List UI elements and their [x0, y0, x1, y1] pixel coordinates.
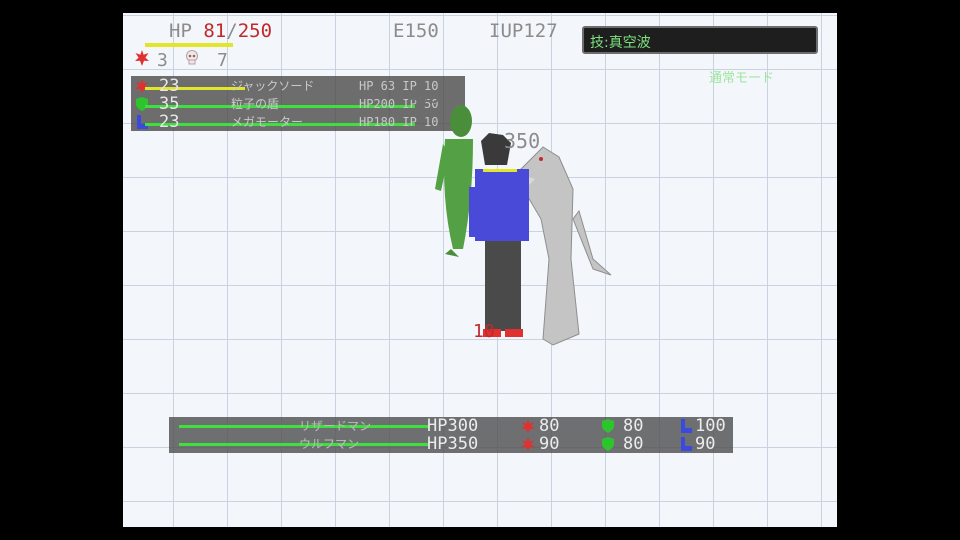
- shield-value: 35: [159, 94, 180, 114]
- shield-icon: [602, 419, 614, 433]
- shield-name: 粒子の盾: [231, 97, 280, 111]
- attack-star-icon: [521, 419, 535, 433]
- shield-icon: [136, 97, 148, 111]
- boot-icon: [681, 419, 692, 433]
- enemy-speed: 100: [695, 416, 726, 436]
- enemy-row-wolfman[interactable]: ウルフマン HP350 90 80 90: [169, 435, 733, 453]
- hp-separator: /: [226, 20, 238, 42]
- weapon-value: 23: [159, 76, 180, 96]
- counter-row: 3 7: [131, 50, 251, 71]
- boots-name: メガモーター: [231, 115, 304, 129]
- enemy-attack: 80: [539, 416, 560, 436]
- energy-stat: E150: [393, 20, 439, 42]
- player-sprite[interactable]: [469, 133, 529, 337]
- damage-popup-lizardman: 400: [407, 87, 440, 108]
- weapon-name: ジャックソード: [231, 79, 315, 93]
- boot-icon: [137, 115, 148, 129]
- skill-box[interactable]: 技:真空波: [582, 26, 818, 54]
- hp-current-value: 81: [203, 20, 227, 42]
- enemy-name: ウルフマン: [299, 437, 360, 451]
- game-screen: HP 81/250 E150 IUP127 技:真空波 通常モード 3 7 23…: [123, 13, 837, 527]
- enemy-defense: 80: [623, 416, 644, 436]
- enemy-hp: HP350: [427, 434, 479, 454]
- mode-text: 通常モード: [709, 71, 775, 86]
- hp-max-value: 250: [237, 20, 273, 42]
- enemy-status-panel: リザードマン HP300 80 80 100 ウルフマン HP350 90 80…: [169, 417, 733, 453]
- skull-count: 7: [217, 50, 228, 71]
- attack-star-icon: [135, 79, 149, 93]
- boots-value: 23: [159, 112, 180, 132]
- boot-icon: [681, 437, 692, 451]
- attack-star-icon: [521, 437, 535, 451]
- attack-star-icon: [135, 50, 149, 66]
- attack-count: 3: [157, 50, 168, 71]
- skill-text: 技:真空波: [590, 35, 651, 51]
- enemy-attack: 90: [539, 434, 560, 454]
- lizardman-sprite[interactable]: [435, 105, 473, 257]
- hp-label: HP: [169, 20, 192, 42]
- enemy-defense: 80: [623, 434, 644, 454]
- equipment-row-boots[interactable]: 23 メガモーター HP180 IP 10: [131, 113, 465, 131]
- damage-popup-player: 10: [473, 321, 495, 342]
- shield-icon: [602, 437, 614, 451]
- damage-popup-wolfman: 350: [504, 129, 541, 153]
- player-hp-readout: HP 81/250: [169, 22, 272, 41]
- iup-stat: IUP127: [489, 20, 558, 42]
- enemy-row-lizardman[interactable]: リザードマン HP300 80 80 100: [169, 417, 733, 435]
- enemy-name: リザードマン: [299, 419, 372, 433]
- enemy-speed: 90: [695, 434, 716, 454]
- skull-icon: [186, 50, 198, 65]
- player-hp-bar: [145, 43, 233, 47]
- enemy-hp: HP300: [427, 416, 479, 436]
